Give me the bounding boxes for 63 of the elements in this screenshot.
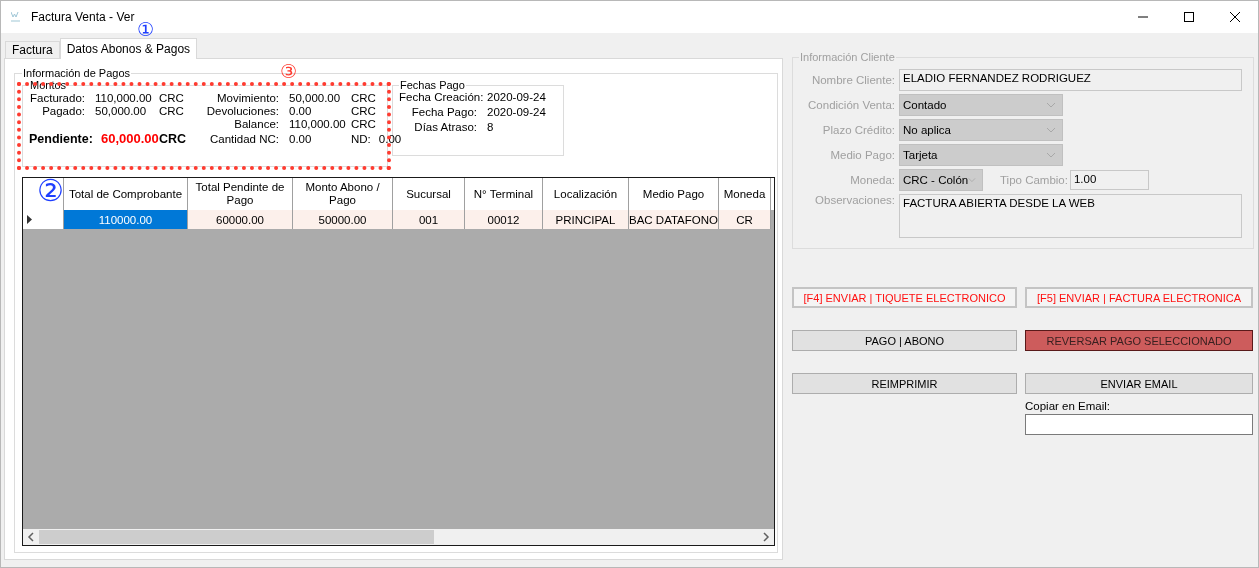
field-label: Balance:	[233, 118, 280, 130]
email-field[interactable]	[1025, 414, 1253, 435]
field-label: Fecha Pago:	[410, 106, 478, 118]
table-cell[interactable]: PRINCIPAL	[543, 210, 629, 229]
table-cell[interactable]: 00012	[465, 210, 543, 229]
amount-value: 110,000.00	[289, 118, 347, 130]
tab[interactable]: Factura	[5, 41, 60, 58]
horizontal-scrollbar[interactable]	[23, 529, 774, 545]
group-title: Información de Pagos	[22, 67, 131, 79]
field-label: Devoluciones:	[205, 105, 280, 117]
field-label: ND:	[351, 132, 371, 145]
field-label: Medio Pago:	[829, 149, 895, 161]
maximize-icon	[1184, 12, 1194, 22]
group-title: Información Cliente	[799, 51, 896, 63]
currency-label: CRC	[159, 131, 188, 146]
action-button[interactable]: REIMPRIMIR	[792, 373, 1017, 394]
amount-value: 50,000.00	[95, 105, 148, 117]
field-label: Condición Venta:	[807, 99, 895, 111]
table-cell[interactable]: CR	[719, 210, 771, 229]
field-label: Fecha Creación:	[399, 91, 485, 103]
field-label: Moneda:	[849, 174, 895, 186]
currency-label: CRC	[351, 92, 377, 104]
window-title: Factura Venta - Ver	[31, 10, 136, 24]
table-cell[interactable]: 60000.00	[188, 210, 293, 229]
field-label: Tipo Cambio:	[1000, 174, 1068, 186]
field-label: Plazo Crédito:	[821, 124, 895, 136]
field-label: Copiar en Email:	[1025, 400, 1111, 412]
tab[interactable]: Datos Abonos & Pagos	[59, 38, 198, 59]
pending-label: Pendiente:	[29, 131, 94, 146]
currency-label: CRC	[351, 105, 377, 117]
field-label: Cantidad NC:	[208, 132, 280, 145]
amount-value: 0.00	[289, 132, 313, 145]
field-label: Facturado:	[29, 92, 86, 104]
table-cell[interactable]: 50000.00	[293, 210, 393, 229]
date-value: 8	[487, 121, 495, 133]
action-button[interactable]: [F5] ENVIAR | FACTURA ELECTRONICA	[1025, 287, 1253, 308]
amount-value: 0.00	[289, 105, 313, 117]
table-cell[interactable]: 110000.00	[64, 210, 188, 229]
app-logo-icon	[11, 11, 21, 23]
date-value: 2020-09-24	[487, 91, 547, 103]
table-cell[interactable]: BAC DATAFONO	[629, 210, 719, 229]
close-icon	[1230, 12, 1240, 22]
action-button[interactable]: PAGO | ABONO	[792, 330, 1017, 351]
date-value: 2020-09-24	[487, 106, 547, 118]
field-label: Observaciones:	[814, 194, 895, 206]
table-cell[interactable]: 001	[393, 210, 465, 229]
field-label: Días Atraso:	[413, 121, 478, 133]
action-button[interactable]: ENVIAR EMAIL	[1025, 373, 1253, 394]
annotation-number: ②	[37, 178, 64, 206]
field-label: Pagado:	[41, 105, 86, 117]
annotation-number: ①	[137, 20, 155, 39]
field-label: Nombre Cliente:	[810, 74, 895, 86]
amount-value: 110,000.00	[95, 92, 153, 104]
group-title: Fechas Pago	[399, 79, 466, 91]
pending-amount: 60,000.00	[100, 131, 159, 146]
amount-value: 50,000.00	[289, 92, 342, 104]
action-button[interactable]: [F4] ENVIAR | TIQUETE ELECTRONICO	[792, 287, 1017, 308]
currency-label: CRC	[159, 92, 185, 104]
field-label: Movimiento:	[216, 92, 280, 104]
currency-label: CRC	[351, 118, 377, 130]
action-button[interactable]: REVERSAR PAGO SELECCIONADO	[1025, 330, 1253, 351]
currency-label: CRC	[159, 105, 185, 117]
annotation-number: ③	[280, 62, 298, 81]
